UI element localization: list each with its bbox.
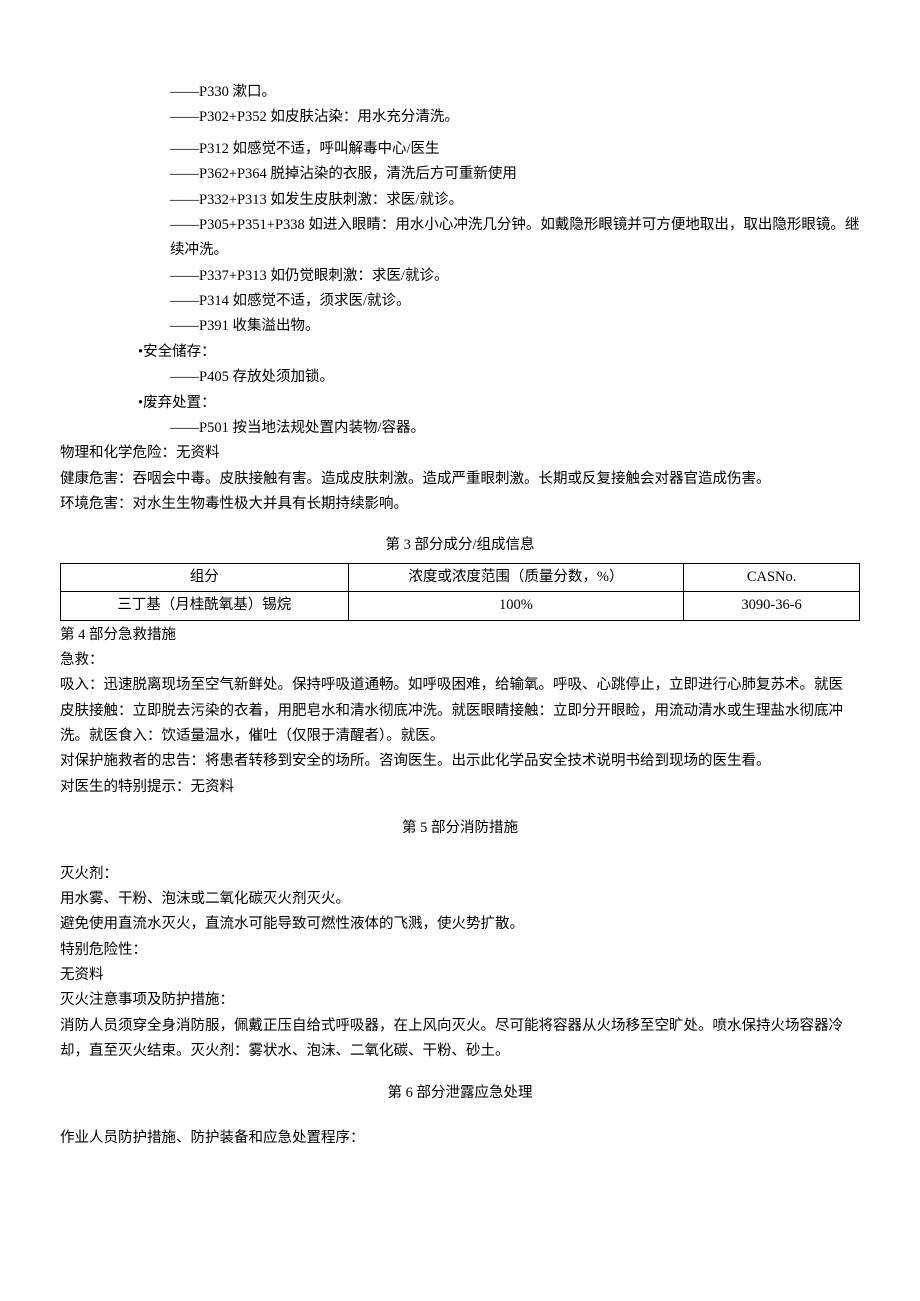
section6-title: 第 6 部分泄露应急处理 <box>60 1081 860 1106</box>
doctor-note: 对医生的特别提示：无资料 <box>60 775 860 800</box>
disposal-item: ——P501 按当地法规处置内装物/容器。 <box>60 416 860 441</box>
physical-hazard: 物理和化学危险：无资料 <box>60 441 860 466</box>
storage-item: ——P405 存放处须加锁。 <box>60 365 860 390</box>
section5-title: 第 5 部分消防措施 <box>60 816 860 841</box>
fire-note-label: 灭火注意事项及防护措施： <box>60 988 860 1013</box>
first-aid-label: 急救： <box>60 648 860 673</box>
inhale: 吸入：迅速脱离现场至空气新鲜处。保持呼吸道通畅。如呼吸困难，给输氧。呼吸、心跳停… <box>60 673 860 698</box>
extinguisher-1: 用水雾、干粉、泡沫或二氧化碳灭火剂灭火。 <box>60 887 860 912</box>
special-danger-value: 无资料 <box>60 963 860 988</box>
td-component: 三丁基（月桂酰氧基）锡烷 <box>61 592 349 620</box>
health-hazard: 健康危害：吞咽会中毒。皮肤接触有害。造成皮肤刺激。造成严重眼刺激。长期或反复接触… <box>60 467 860 492</box>
pstatement: ——P312 如感觉不适，呼叫解毒中心/医生 <box>60 137 860 162</box>
td-concentration: 100% <box>348 592 684 620</box>
table-row: 三丁基（月桂酰氧基）锡烷 100% 3090-36-6 <box>61 592 860 620</box>
env-hazard: 环境危害：对水生生物毒性极大并具有长期持续影响。 <box>60 492 860 517</box>
extinguisher-label: 灭火剂： <box>60 862 860 887</box>
pstatement: ——P391 收集溢出物。 <box>60 314 860 339</box>
th-concentration: 浓度或浓度范围（质量分数，%） <box>348 563 684 591</box>
th-cas: CASNo. <box>684 563 860 591</box>
disposal-label: •废弃处置： <box>60 391 860 416</box>
pstatement: ——P305+P351+P338 如进入眼睛：用水小心冲洗几分钟。如戴隐形眼镜并… <box>60 213 860 264</box>
pstatement: ——P330 漱口。 <box>60 80 860 105</box>
pstatement: ——P302+P352 如皮肤沾染：用水充分清洗。 <box>60 105 860 130</box>
table-row: 组分 浓度或浓度范围（质量分数，%） CASNo. <box>61 563 860 591</box>
extinguisher-2: 避免使用直流水灭火，直流水可能导致可燃性液体的飞溅，使火势扩散。 <box>60 912 860 937</box>
section4-title: 第 4 部分急救措施 <box>60 623 860 648</box>
pstatement: ——P337+P313 如仍觉眼刺激：求医/就诊。 <box>60 264 860 289</box>
pstatement: ——P362+P364 脱掉沾染的衣服，清洗后方可重新使用 <box>60 162 860 187</box>
personnel-protection: 作业人员防护措施、防护装备和应急处置程序： <box>60 1126 860 1151</box>
fire-note: 消防人员须穿全身消防服，佩戴正压自给式呼吸器，在上风向灭火。尽可能将容器从火场移… <box>60 1014 860 1065</box>
th-component: 组分 <box>61 563 349 591</box>
storage-label: •安全储存： <box>60 340 860 365</box>
rescuer-advice: 对保护施救者的忠告：将患者转移到安全的场所。咨询医生。出示此化学品安全技术说明书… <box>60 749 860 774</box>
pstatement: ——P332+P313 如发生皮肤刺激：求医/就诊。 <box>60 188 860 213</box>
pstatement: ——P314 如感觉不适，须求医/就诊。 <box>60 289 860 314</box>
composition-table: 组分 浓度或浓度范围（质量分数，%） CASNo. 三丁基（月桂酰氧基）锡烷 1… <box>60 563 860 621</box>
section3-title: 第 3 部分成分/组成信息 <box>60 533 860 558</box>
td-cas: 3090-36-6 <box>684 592 860 620</box>
special-danger-label: 特别危险性： <box>60 938 860 963</box>
skin-eye: 皮肤接触：立即脱去污染的衣着，用肥皂水和清水彻底冲洗。就医眼睛接触：立即分开眼睑… <box>60 699 860 750</box>
